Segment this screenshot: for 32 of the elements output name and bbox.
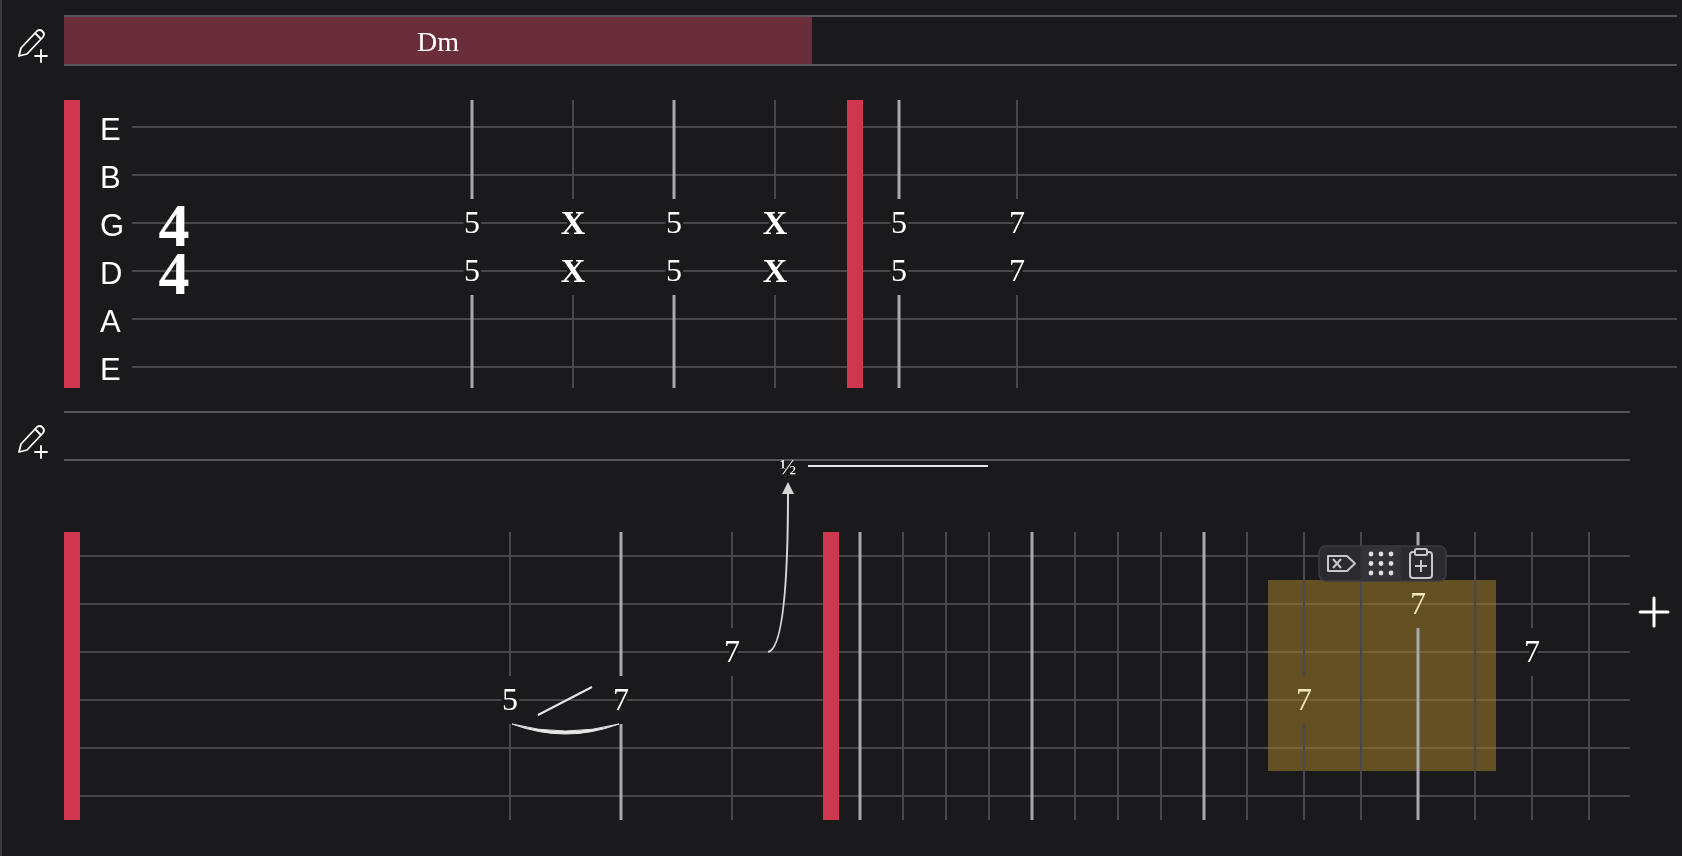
chord-name: Dm: [417, 26, 459, 57]
fret-number: 7: [1524, 633, 1540, 669]
grid-dots-icon[interactable]: [1368, 551, 1394, 576]
clear-label-icon[interactable]: [1327, 555, 1356, 572]
add-chord-pencil-icon[interactable]: [18, 29, 48, 63]
string-name: G: [100, 207, 125, 243]
clipboard-plus-icon[interactable]: [1409, 548, 1433, 579]
fret-number: 5: [666, 204, 682, 240]
string-name: B: [100, 159, 121, 195]
fret-number: 5: [666, 252, 682, 288]
fret-number: 5: [891, 252, 907, 288]
fret-number: 5: [464, 204, 480, 240]
string-name: D: [100, 255, 123, 291]
dead-note: X: [560, 203, 586, 241]
string-name: E: [100, 351, 121, 387]
dead-note: X: [762, 251, 788, 289]
string-name: A: [100, 303, 121, 339]
fret-number: 7: [1009, 252, 1025, 288]
fret-number: 5: [891, 204, 907, 240]
dead-note: X: [560, 251, 586, 289]
fret-number: 5: [464, 252, 480, 288]
fret-number: 7: [1009, 204, 1025, 240]
fret-number: 7: [1410, 585, 1426, 621]
add-chord-pencil-icon[interactable]: [18, 425, 48, 459]
fret-number: 5: [502, 681, 518, 717]
string-name: E: [100, 111, 121, 147]
bend-amount: ½: [779, 453, 797, 479]
fret-number: 7: [724, 633, 740, 669]
fret-number: 7: [1296, 681, 1312, 717]
add-measure-icon[interactable]: [1638, 596, 1670, 628]
fret-number: 7: [613, 681, 629, 717]
dead-note: X: [762, 203, 788, 241]
